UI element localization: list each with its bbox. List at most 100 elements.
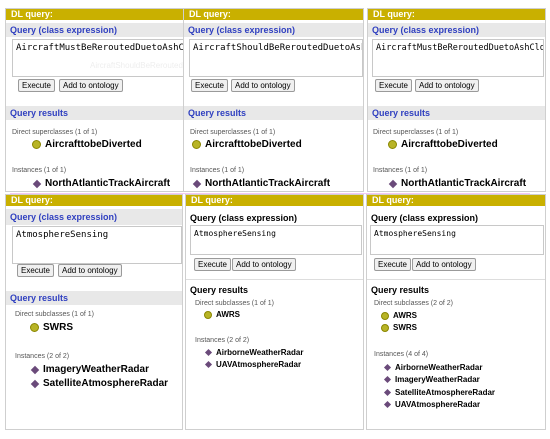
result-class-item[interactable]: AircrafttobeDiverted	[192, 139, 302, 150]
dl-query-panel-top-left: DL query: Query (class expression) Aircr…	[5, 8, 187, 192]
add-to-ontology-button[interactable]: Add to ontology	[415, 79, 479, 92]
results-header: Query results	[371, 285, 430, 295]
instance-diamond-icon	[204, 348, 213, 357]
result-instance-label: ImageryWeatherRadar	[395, 375, 480, 384]
instance-diamond-icon	[204, 360, 213, 369]
instances-label: Instances (2 of 2)	[195, 337, 250, 344]
superclasses-label: Direct superclasses (1 of 1)	[12, 129, 98, 136]
class-circle-icon	[381, 311, 389, 320]
query-input[interactable]: AircraftMustBeReroutedDuetoAshCloud	[12, 39, 186, 77]
result-instance-item[interactable]: NorthAtlanticTrackAircraft	[192, 178, 330, 189]
query-header: Query (class expression)	[6, 209, 182, 225]
execute-button[interactable]: Execute	[191, 79, 228, 92]
query-input[interactable]: AircraftMustBeReroutedDuetoAshCloud	[372, 39, 544, 77]
dl-query-panel-bottom-middle: DL query: Query (class expression) Atmos…	[185, 194, 364, 430]
result-class-item[interactable]: AWRS	[381, 311, 417, 320]
result-instance-item[interactable]: SatelliteAtmosphereRadar	[30, 378, 168, 389]
class-circle-icon	[204, 310, 212, 319]
window-title: DL query:	[368, 9, 545, 20]
class-circle-icon	[388, 140, 397, 149]
query-header: Query (class expression)	[6, 23, 186, 37]
result-instance-item[interactable]: UAVAtmosphereRadar	[383, 400, 480, 409]
instance-diamond-icon	[192, 179, 202, 188]
result-instance-label: NorthAtlanticTrackAircraft	[401, 178, 527, 189]
execute-button[interactable]: Execute	[374, 258, 411, 271]
result-instance-label: NorthAtlanticTrackAircraft	[45, 178, 171, 189]
query-header: Query (class expression)	[371, 213, 479, 223]
instances-label: Instances (1 of 1)	[190, 167, 245, 174]
dl-query-panel-top-middle: DL query: Query (class expression) Aircr…	[183, 8, 364, 192]
result-instance-label: SatelliteAtmosphereRadar	[395, 388, 496, 397]
result-class-label: AircrafttobeDiverted	[45, 139, 142, 150]
instances-label: Instances (4 of 4)	[374, 351, 429, 358]
dl-query-panel-bottom-right: DL query: Query (class expression) Atmos…	[366, 194, 546, 430]
add-to-ontology-button[interactable]: Add to ontology	[59, 79, 123, 92]
result-class-label: AWRS	[393, 311, 417, 320]
window-title: DL query:	[6, 195, 182, 206]
result-instance-label: UAVAtmosphereRadar	[395, 400, 481, 409]
dl-query-panel-top-right: DL query: Query (class expression) Aircr…	[367, 8, 546, 192]
result-class-item[interactable]: AWRS	[204, 310, 240, 319]
add-to-ontology-button[interactable]: Add to ontology	[232, 258, 296, 271]
result-instance-label: UAVAtmosphereRadar	[216, 360, 302, 369]
add-to-ontology-button[interactable]: Add to ontology	[412, 258, 476, 271]
dl-query-panel-bottom-left: DL query: Query (class expression) Atmos…	[5, 194, 183, 430]
execute-button[interactable]: Execute	[194, 258, 231, 271]
result-class-label: SWRS	[43, 322, 73, 333]
section-divider	[367, 279, 545, 280]
results-header: Query results	[6, 106, 186, 120]
execute-button[interactable]: Execute	[375, 79, 412, 92]
subclasses-label: Direct subclasses (2 of 2)	[374, 300, 453, 307]
class-circle-icon	[381, 323, 389, 332]
query-ghost-text: AircraftShouldBeReroutedDuetoAshCloud	[90, 61, 186, 70]
section-divider	[186, 279, 363, 280]
subclasses-label: Direct subclasses (1 of 1)	[195, 300, 274, 307]
query-input[interactable]: AtmosphereSensing	[370, 225, 544, 255]
results-header: Query results	[6, 291, 182, 305]
query-header: Query (class expression)	[184, 23, 363, 37]
query-input[interactable]: AircraftShouldBeReroutedDuetoAshCloud	[189, 39, 363, 77]
instance-diamond-icon	[383, 400, 392, 409]
result-class-label: SWRS	[393, 323, 417, 332]
result-instance-label: SatelliteAtmosphereRadar	[43, 378, 169, 389]
query-input[interactable]: AtmosphereSensing	[12, 226, 182, 264]
result-instance-label: AirborneWeatherRadar	[395, 363, 483, 372]
query-header: Query (class expression)	[368, 23, 545, 37]
result-class-item[interactable]: SWRS	[30, 322, 73, 333]
instance-diamond-icon	[30, 379, 40, 388]
result-class-item[interactable]: AircrafttobeDiverted	[32, 139, 142, 150]
class-circle-icon	[32, 140, 41, 149]
result-instance-item[interactable]: AirborneWeatherRadar	[383, 363, 482, 372]
result-instance-item[interactable]: NorthAtlanticTrackAircraft	[388, 178, 526, 189]
window-title: DL query:	[6, 9, 186, 20]
instances-label: Instances (1 of 1)	[373, 167, 428, 174]
result-instance-label: ImageryWeatherRadar	[43, 364, 149, 375]
execute-button[interactable]: Execute	[18, 79, 55, 92]
instance-diamond-icon	[388, 179, 398, 188]
instances-label: Instances (1 of 1)	[12, 167, 67, 174]
results-header: Query results	[368, 106, 545, 120]
results-header: Query results	[190, 285, 249, 295]
add-to-ontology-button[interactable]: Add to ontology	[58, 264, 122, 277]
result-instance-item[interactable]: ImageryWeatherRadar	[30, 364, 149, 375]
add-to-ontology-button[interactable]: Add to ontology	[231, 79, 295, 92]
result-instance-item[interactable]: AirborneWeatherRadar	[204, 348, 303, 357]
subclasses-label: Direct subclasses (1 of 1)	[15, 311, 94, 318]
query-header: Query (class expression)	[190, 213, 298, 223]
superclasses-label: Direct superclasses (1 of 1)	[190, 129, 276, 136]
query-input[interactable]: AtmosphereSensing	[190, 225, 362, 255]
result-instance-item[interactable]: SatelliteAtmosphereRadar	[383, 388, 495, 397]
execute-button[interactable]: Execute	[17, 264, 54, 277]
window-title: DL query:	[367, 195, 545, 206]
result-class-label: AircrafttobeDiverted	[205, 139, 302, 150]
window-title: DL query:	[186, 195, 363, 206]
class-circle-icon	[30, 323, 39, 332]
result-instance-item[interactable]: ImageryWeatherRadar	[383, 375, 480, 384]
result-class-label: AircrafttobeDiverted	[401, 139, 498, 150]
result-instance-item[interactable]: NorthAtlanticTrackAircraft	[32, 178, 170, 189]
result-class-item[interactable]: SWRS	[381, 323, 417, 332]
instance-diamond-icon	[32, 179, 42, 188]
result-class-label: AWRS	[216, 310, 240, 319]
result-instance-item[interactable]: UAVAtmosphereRadar	[204, 360, 301, 369]
result-class-item[interactable]: AircrafttobeDiverted	[388, 139, 498, 150]
